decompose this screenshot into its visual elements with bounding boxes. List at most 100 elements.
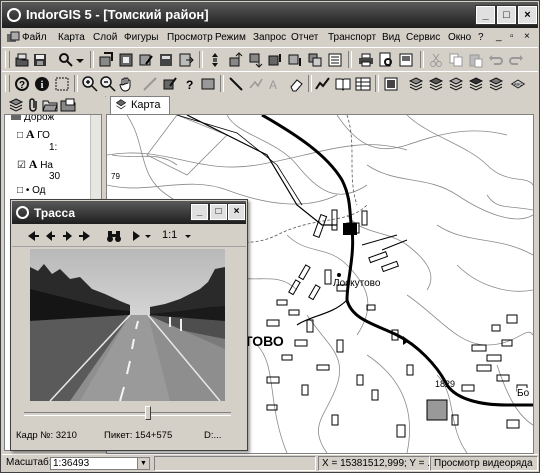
menu-window-view[interactable]: Вид [382, 32, 400, 43]
edit-object-icon[interactable] [162, 76, 178, 92]
zoom-in-icon[interactable] [82, 76, 98, 92]
menu-app-icon[interactable] [5, 30, 21, 46]
book-icon[interactable] [335, 76, 351, 92]
eraser-icon[interactable] [288, 76, 304, 92]
profile-icon[interactable] [315, 76, 331, 92]
first-frame-icon[interactable] [24, 228, 40, 244]
mdi-restore-icon[interactable]: ▫ [510, 31, 514, 42]
minimize-button[interactable]: _ [475, 5, 496, 25]
close-button[interactable]: × [517, 5, 538, 25]
layer-down-icon[interactable] [247, 52, 263, 68]
redo-icon[interactable] [508, 52, 524, 68]
last-frame-icon[interactable] [78, 228, 94, 244]
table-icon[interactable] [355, 76, 371, 92]
query-dropdown-icon[interactable] [72, 52, 88, 68]
label-edit-icon[interactable] [200, 76, 216, 92]
attach-icon[interactable] [26, 97, 42, 113]
tree-row[interactable]: ☑ A На [17, 157, 53, 171]
undo-icon[interactable] [488, 52, 504, 68]
menu-map[interactable]: Карта [58, 32, 85, 43]
layer-up-icon[interactable] [227, 52, 243, 68]
toolbar-grip[interactable] [5, 75, 10, 92]
page-setup-icon[interactable] [398, 52, 414, 68]
tab-map[interactable]: Карта [110, 96, 170, 114]
select-rect-icon[interactable] [54, 76, 70, 92]
layers-stack-settings-icon[interactable] [488, 76, 504, 92]
layer-save-icon[interactable] [158, 52, 174, 68]
menu-view[interactable]: Просмотр [167, 32, 213, 43]
layers-icon[interactable] [383, 76, 399, 92]
layer-copy-icon[interactable] [307, 52, 323, 68]
menu-layer[interactable]: Слой [93, 32, 117, 43]
maximize-button[interactable]: □ [496, 5, 517, 25]
paste-icon[interactable] [468, 52, 484, 68]
help-pointer-icon[interactable]: ? [14, 76, 30, 92]
print-preview-icon[interactable] [378, 52, 394, 68]
arrange-icon[interactable] [207, 52, 223, 68]
measure-icon[interactable] [142, 76, 158, 92]
copy-icon[interactable] [448, 52, 464, 68]
play-dropdown-icon[interactable] [140, 228, 151, 244]
open-map-icon[interactable] [14, 52, 30, 68]
layers-stack-remove-icon[interactable] [448, 76, 464, 92]
layers-stack-icon[interactable] [408, 76, 424, 92]
layers-stack-add-icon[interactable] [428, 76, 444, 92]
layers-panel-icon[interactable] [8, 97, 24, 113]
layer-top-icon[interactable] [267, 52, 283, 68]
next-frame-icon[interactable] [60, 228, 76, 244]
draw-polyline-icon[interactable] [248, 76, 264, 92]
mdi-minimize-icon[interactable]: _ [496, 31, 502, 42]
layer-list-icon[interactable] [327, 52, 343, 68]
menu-window[interactable]: Окно [448, 32, 471, 43]
menu-help[interactable]: ? [478, 32, 484, 43]
layer-checkbox[interactable]: □ [17, 185, 23, 196]
layer-checkbox[interactable]: ☑ [17, 160, 26, 171]
draw-text-icon[interactable]: A [266, 76, 282, 92]
tree-row[interactable]: □ A ГО [17, 127, 50, 141]
layer-checkbox[interactable]: □ [17, 130, 23, 141]
video-maximize-button[interactable]: □ [209, 203, 228, 221]
info-icon[interactable]: i [34, 76, 50, 92]
layer-add-icon[interactable] [98, 52, 114, 68]
layer-bottom-icon[interactable] [287, 52, 303, 68]
video-minimize-button[interactable]: _ [190, 203, 209, 221]
menu-transport[interactable]: Транспорт [328, 32, 376, 43]
zoom-dropdown-icon[interactable] [180, 228, 191, 244]
tree-row[interactable]: Дорож [11, 115, 54, 126]
menu-service[interactable]: Сервис [406, 32, 440, 43]
menu-report[interactable]: Отчет [291, 32, 318, 43]
chevron-down-icon[interactable]: ▼ [137, 458, 149, 469]
video-close-button[interactable]: × [227, 203, 246, 221]
menu-mode[interactable]: Режим [215, 32, 246, 43]
layer-folder-icon[interactable] [60, 97, 76, 113]
app-icon [7, 8, 21, 22]
zoom-out-icon[interactable] [100, 76, 116, 92]
open-folder-icon[interactable] [42, 97, 58, 113]
slider-thumb[interactable] [145, 406, 151, 420]
label-move-icon[interactable]: ? [182, 76, 198, 92]
video-window-titlebar[interactable]: Трасса _ □ × [12, 201, 246, 224]
save-map-icon[interactable] [32, 52, 48, 68]
menu-shapes[interactable]: Фигуры [124, 32, 158, 43]
tree-row[interactable]: □ • Од [17, 185, 46, 199]
toolbar-grip[interactable] [5, 51, 10, 68]
zoom-level[interactable]: 1:1 [162, 229, 177, 241]
cut-icon[interactable] [428, 52, 444, 68]
abc-label-icon[interactable]: ABC [510, 76, 530, 92]
scale-select[interactable]: 1:36493 ▼ [50, 457, 150, 470]
layer-export-icon[interactable] [178, 52, 194, 68]
frame-slider[interactable] [24, 406, 231, 420]
mdi-close-icon[interactable]: × [524, 31, 530, 42]
pan-hand-icon[interactable] [118, 76, 134, 92]
layer-props-icon[interactable] [118, 52, 134, 68]
video-frame[interactable] [30, 249, 225, 401]
draw-line-icon[interactable] [228, 76, 244, 92]
binoculars-icon[interactable] [106, 228, 122, 244]
toolbar-tools: ? i ? A ABC [2, 71, 538, 97]
menu-file[interactable]: Файл [22, 32, 47, 43]
prev-frame-icon[interactable] [42, 228, 58, 244]
layers-stack-edit-icon[interactable] [468, 76, 484, 92]
layer-edit-icon[interactable] [138, 52, 154, 68]
menu-query[interactable]: Запрос [253, 32, 286, 43]
print-icon[interactable] [358, 52, 374, 68]
